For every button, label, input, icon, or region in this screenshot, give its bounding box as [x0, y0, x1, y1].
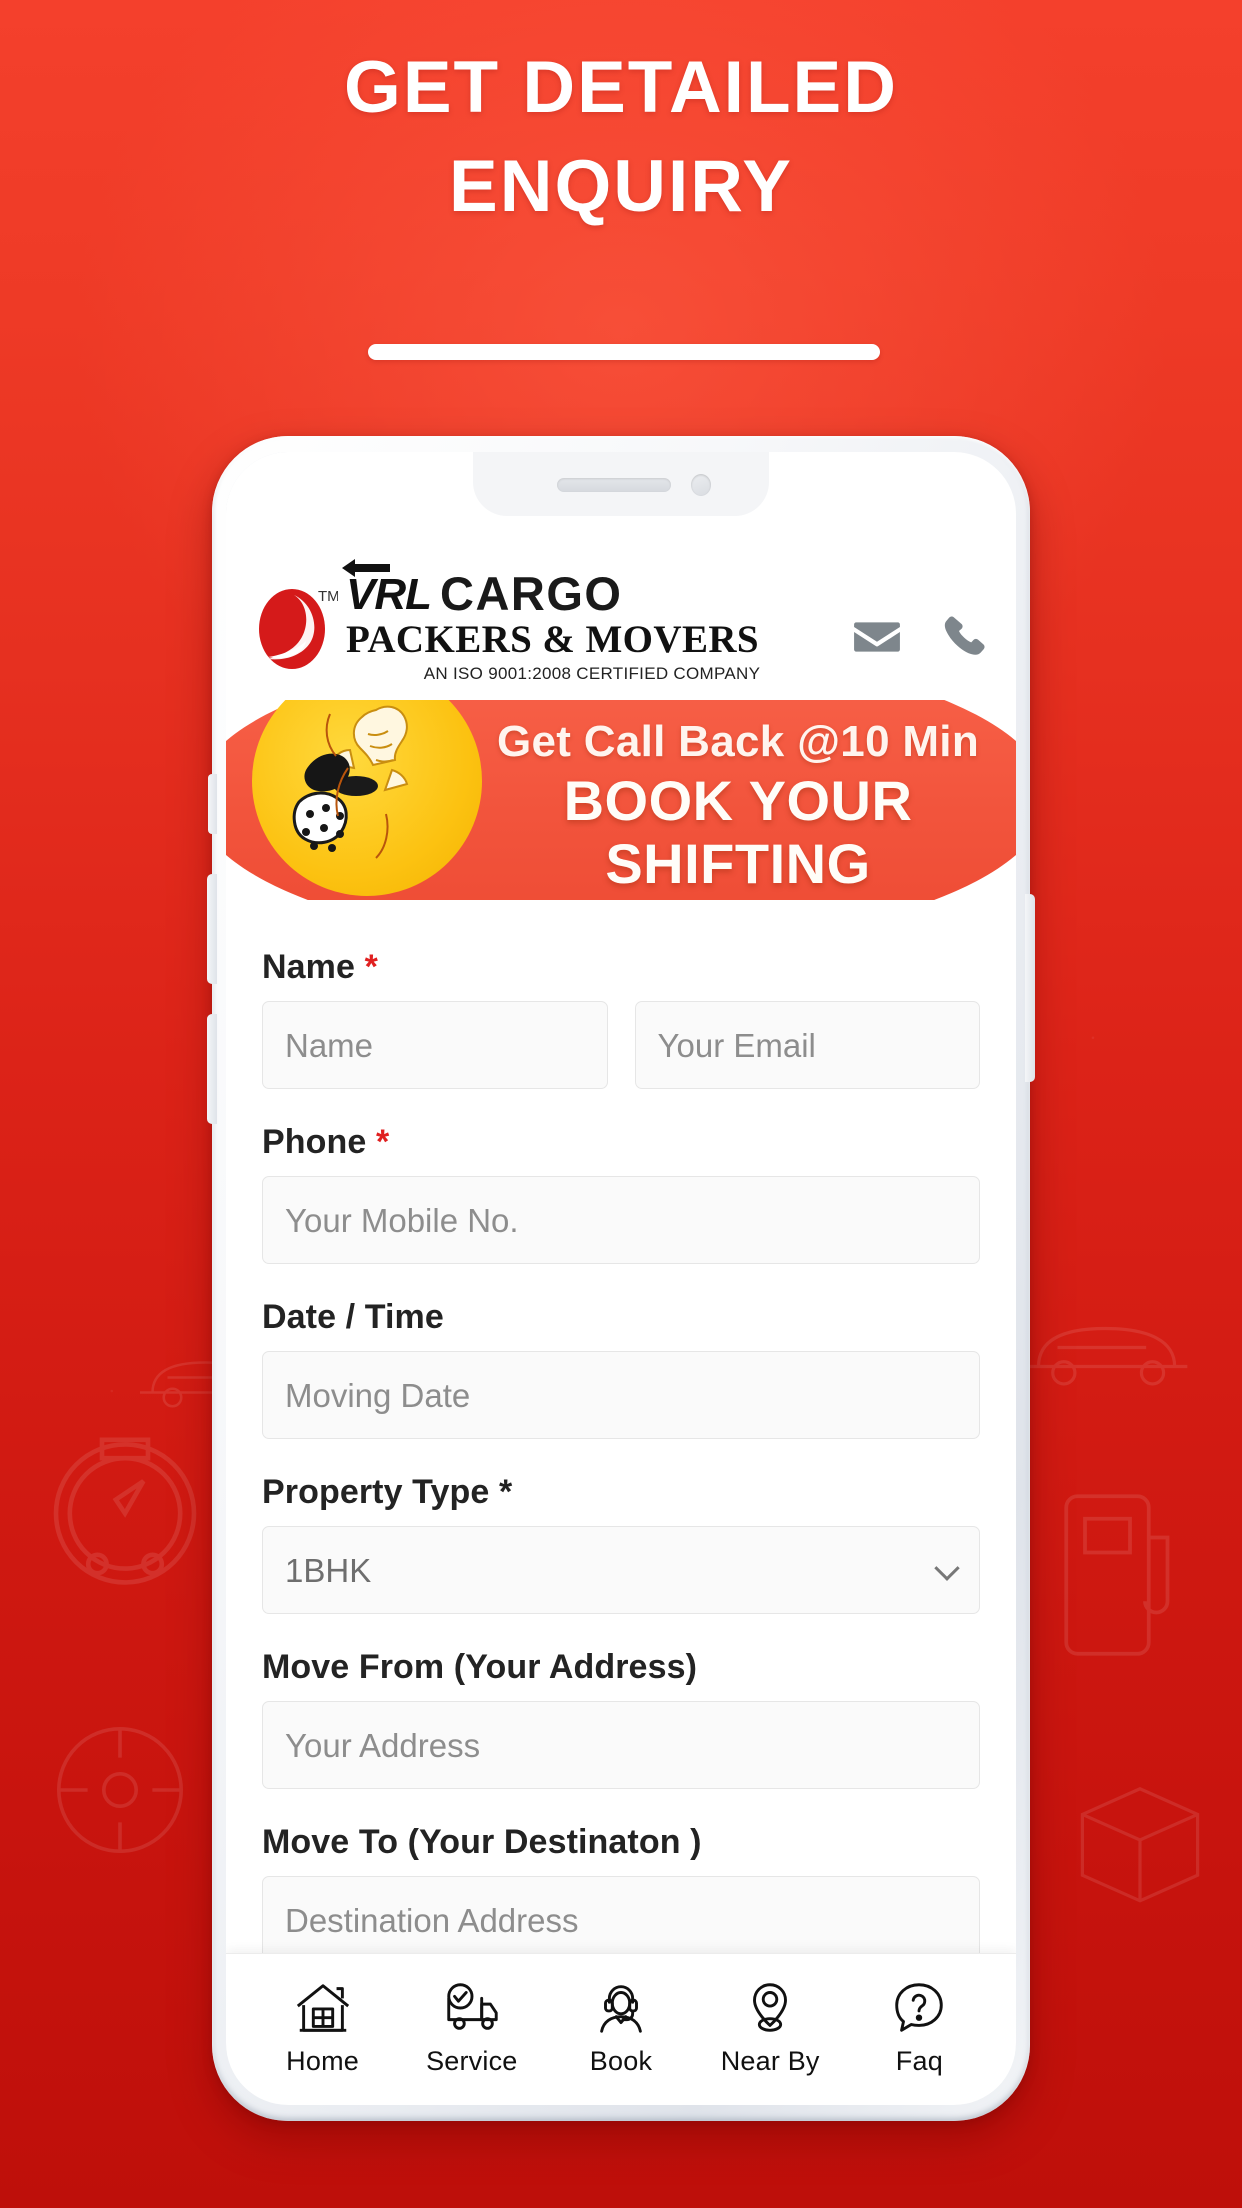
logo-wordmark: VRL CARGO PACKERS & MOVERS AN ISO 9001:2…: [342, 558, 838, 684]
header-actions: [852, 612, 990, 684]
watermark-box-icon: [1060, 1760, 1220, 1920]
field-group-move-to: Move To (Your Destinaton ) Destination A…: [262, 1823, 980, 1953]
watermark-car-icon-right: [1010, 1300, 1200, 1410]
title-divider: [368, 344, 880, 360]
field-group-datetime: Date / Time Moving Date: [262, 1298, 980, 1439]
phone-silent-switch[interactable]: [208, 774, 217, 834]
headline-line-1: GET DETAILED: [344, 47, 898, 128]
moving-date-input[interactable]: Moving Date: [262, 1351, 980, 1439]
nav-item-nearby[interactable]: Near By: [708, 1977, 832, 2077]
phone-volume-up-button[interactable]: [207, 874, 217, 984]
moving-illustration-icon: [244, 700, 494, 900]
brand-iso-text: AN ISO 9001:2008 CERTIFIED COMPANY: [423, 664, 761, 683]
label-name: Name *: [262, 948, 378, 986]
house-icon: [292, 1977, 354, 2039]
required-marker: *: [364, 948, 378, 986]
enquiry-form[interactable]: Name * Name Your Email Phone * Your Mobi…: [226, 900, 1016, 1953]
question-bubble-icon: [888, 1977, 950, 2039]
field-group-phone: Phone * Your Mobile No.: [262, 1123, 980, 1264]
poster-headline: GET DETAILED ENQUIRY: [0, 38, 1242, 236]
phone-volume-down-button[interactable]: [207, 1014, 217, 1124]
nav-label-service: Service: [426, 2045, 518, 2076]
email-input[interactable]: Your Email: [634, 1001, 980, 1089]
field-group-move-from: Move From (Your Address) Your Address: [262, 1648, 980, 1789]
nav-label-book: Book: [589, 2045, 653, 2076]
required-marker-phone: *: [375, 1123, 390, 1161]
property-type-select-wrapper[interactable]: 1BHK: [262, 1526, 980, 1614]
email-icon[interactable]: [852, 612, 902, 662]
watermark-fuel-icon: [1040, 1470, 1190, 1670]
nav-item-faq[interactable]: Faq: [857, 1977, 981, 2077]
phone-speaker-grille: [557, 478, 671, 492]
nav-label-home: Home: [286, 2045, 359, 2076]
phone-mockup: TM VRL CARGO PACKERS & MOVERS AN ISO 900…: [207, 436, 1035, 2121]
phone-screen: TM VRL CARGO PACKERS & MOVERS AN ISO 900…: [226, 452, 1016, 2105]
name-email-row: Name Your Email: [262, 1001, 980, 1089]
name-input[interactable]: Name: [262, 1001, 608, 1089]
nav-item-book[interactable]: Book: [559, 1977, 683, 2077]
move-to-input[interactable]: Destination Address: [262, 1876, 980, 1953]
vrl-logo-mark-icon: TM: [252, 579, 340, 675]
banner-text-block: Get Call Back @10 Min BOOK YOUR SHIFTING: [476, 717, 1000, 896]
nav-item-home[interactable]: Home: [261, 1977, 385, 2077]
nav-item-service[interactable]: Service: [410, 1977, 534, 2077]
watermark-wheel-icon: [30, 1700, 210, 1880]
label-move-from: Move From (Your Address): [262, 1648, 698, 1686]
label-property-type: Property Type *: [262, 1473, 513, 1511]
phone-icon[interactable]: [940, 612, 990, 662]
phone-input[interactable]: Your Mobile No.: [262, 1176, 980, 1264]
app-logo[interactable]: TM VRL CARGO PACKERS & MOVERS AN ISO 900…: [252, 558, 838, 684]
truck-check-icon: [441, 1977, 503, 2039]
label-datetime: Date / Time: [262, 1298, 444, 1336]
move-from-input[interactable]: Your Address: [262, 1701, 980, 1789]
banner-line-1: Get Call Back @10 Min: [496, 717, 980, 766]
phone-front-camera: [691, 474, 711, 496]
banner-line-2: BOOK YOUR SHIFTING: [563, 769, 913, 896]
field-group-property-type: Property Type * 1BHK: [262, 1473, 980, 1614]
brand-packers-movers-text: PACKERS & MOVERS: [346, 617, 760, 661]
nav-label-faq: Faq: [895, 2045, 943, 2076]
brand-cargo-text: CARGO: [440, 566, 623, 620]
svg-text:TM: TM: [318, 588, 338, 605]
label-phone: Phone *: [262, 1123, 390, 1161]
phone-power-button[interactable]: [1025, 894, 1035, 1082]
headline-line-2: ENQUIRY: [449, 146, 793, 227]
bottom-navigation-bar: Home Service Book Near By Faq: [226, 1953, 1016, 2105]
label-move-to: Move To (Your Destinaton ): [262, 1823, 702, 1861]
field-group-name: Name * Name Your Email: [262, 948, 980, 1089]
nav-label-nearby: Near By: [720, 2045, 820, 2076]
promo-banner[interactable]: Get Call Back @10 Min BOOK YOUR SHIFTING: [226, 700, 1016, 900]
property-type-select[interactable]: 1BHK: [262, 1526, 980, 1614]
map-pin-icon: [739, 1977, 801, 2039]
headset-agent-icon: [590, 1977, 652, 2039]
